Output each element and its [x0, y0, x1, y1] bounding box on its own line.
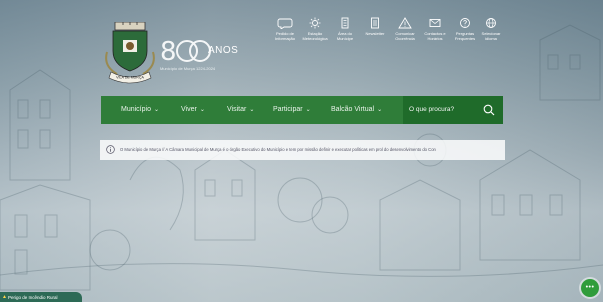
quicklink-label: Newsletter — [365, 31, 385, 36]
coat-of-arms-logo[interactable]: VILA DE MURÇA — [103, 22, 157, 84]
search-placeholder[interactable]: O que procura? — [409, 96, 454, 124]
nav-item-label: Viver — [181, 106, 197, 113]
mail-icon — [429, 19, 441, 27]
quick-links: Pedido de Informação Estação Meteorológi… — [270, 17, 506, 51]
nav-item-visitar[interactable]: Visitar ⌄ — [227, 96, 254, 124]
quicklink-label: Estação Meteorológica — [302, 31, 328, 41]
quicklink-pedido-informacao[interactable]: Pedido de Informação — [270, 17, 300, 41]
main-navigation: Município ⌄ Viver ⌄ Visitar ⌄ Participar ⌄ B… — [101, 96, 503, 124]
search-icon[interactable] — [483, 104, 495, 116]
warning-icon: ▲ — [2, 294, 7, 300]
nav-item-municipio[interactable]: Município ⌄ — [121, 96, 159, 124]
newsletter-icon — [371, 17, 379, 29]
sun-icon — [309, 17, 321, 29]
quicklink-label: Pedido de Informação — [274, 31, 295, 41]
building-icon — [341, 17, 349, 29]
anniversary-logo: 8 ANOS Município de Murça 1224-2024 — [160, 36, 242, 71]
info-ticker[interactable]: O Município de Murça // A Câmara Municip… — [100, 140, 505, 160]
quicklink-comunicar-ocorrencia[interactable]: Comunicar Ocorrência — [390, 17, 420, 41]
nav-item-participar[interactable]: Participar ⌄ — [273, 96, 311, 124]
quicklink-selecionar-idioma[interactable]: Selecionar idioma — [476, 17, 506, 41]
quicklink-label: Selecionar idioma — [481, 31, 501, 41]
nav-item-label: Balcão Virtual — [331, 106, 375, 113]
fire-danger-alert-tab[interactable]: ▲ Perigo de Incêndio Rural — [0, 292, 82, 302]
warning-icon — [398, 17, 412, 29]
svg-text:VILA DE MURÇA: VILA DE MURÇA — [116, 76, 144, 80]
quicklink-label: Comunicar Ocorrência — [395, 31, 415, 41]
chevron-down-icon: ⌄ — [249, 107, 255, 113]
chevron-down-icon: ⌄ — [153, 107, 159, 113]
info-ticker-text: O Município de Murça // A Câmara Municip… — [120, 147, 436, 152]
nav-item-label: Visitar — [227, 106, 247, 113]
chat-bubble-icon — [277, 18, 293, 29]
page: VILA DE MURÇA 8 ANOS Município de Murça … — [0, 0, 603, 302]
chat-button[interactable]: ••• — [581, 279, 599, 297]
globe-icon — [486, 18, 496, 28]
nav-item-balcao-virtual[interactable]: Balcão Virtual ⌄ — [331, 96, 382, 124]
anniversary-anos-label: ANOS — [208, 45, 239, 56]
chat-icon: ••• — [585, 284, 595, 291]
quicklink-label: Área do Munícipe — [336, 31, 354, 41]
nav-item-viver[interactable]: Viver ⌄ — [181, 96, 205, 124]
search-box[interactable]: O que procura? — [403, 96, 503, 124]
quicklink-estacao-meteorologica[interactable]: Estação Meteorológica — [300, 17, 330, 41]
chevron-down-icon: ⌄ — [377, 107, 383, 113]
nav-item-label: Participar — [273, 106, 303, 113]
anniversary-digit: 8 — [160, 37, 177, 66]
nav-item-label: Município — [121, 106, 151, 113]
quicklink-contactos-horarios[interactable]: Contactos e Horários — [420, 17, 450, 41]
info-icon — [106, 145, 115, 154]
chevron-down-icon: ⌄ — [199, 107, 205, 113]
quicklink-area-municipe[interactable]: Área do Munícipe — [330, 17, 360, 41]
chevron-down-icon: ⌄ — [305, 107, 311, 113]
anniversary-subtitle: Município de Murça 1224-2024 — [160, 66, 216, 71]
quicklink-newsletter[interactable]: Newsletter — [360, 17, 390, 36]
quicklink-label: Contactos e Horários — [424, 31, 446, 41]
fire-danger-alert-label: Perigo de Incêndio Rural — [8, 295, 58, 300]
